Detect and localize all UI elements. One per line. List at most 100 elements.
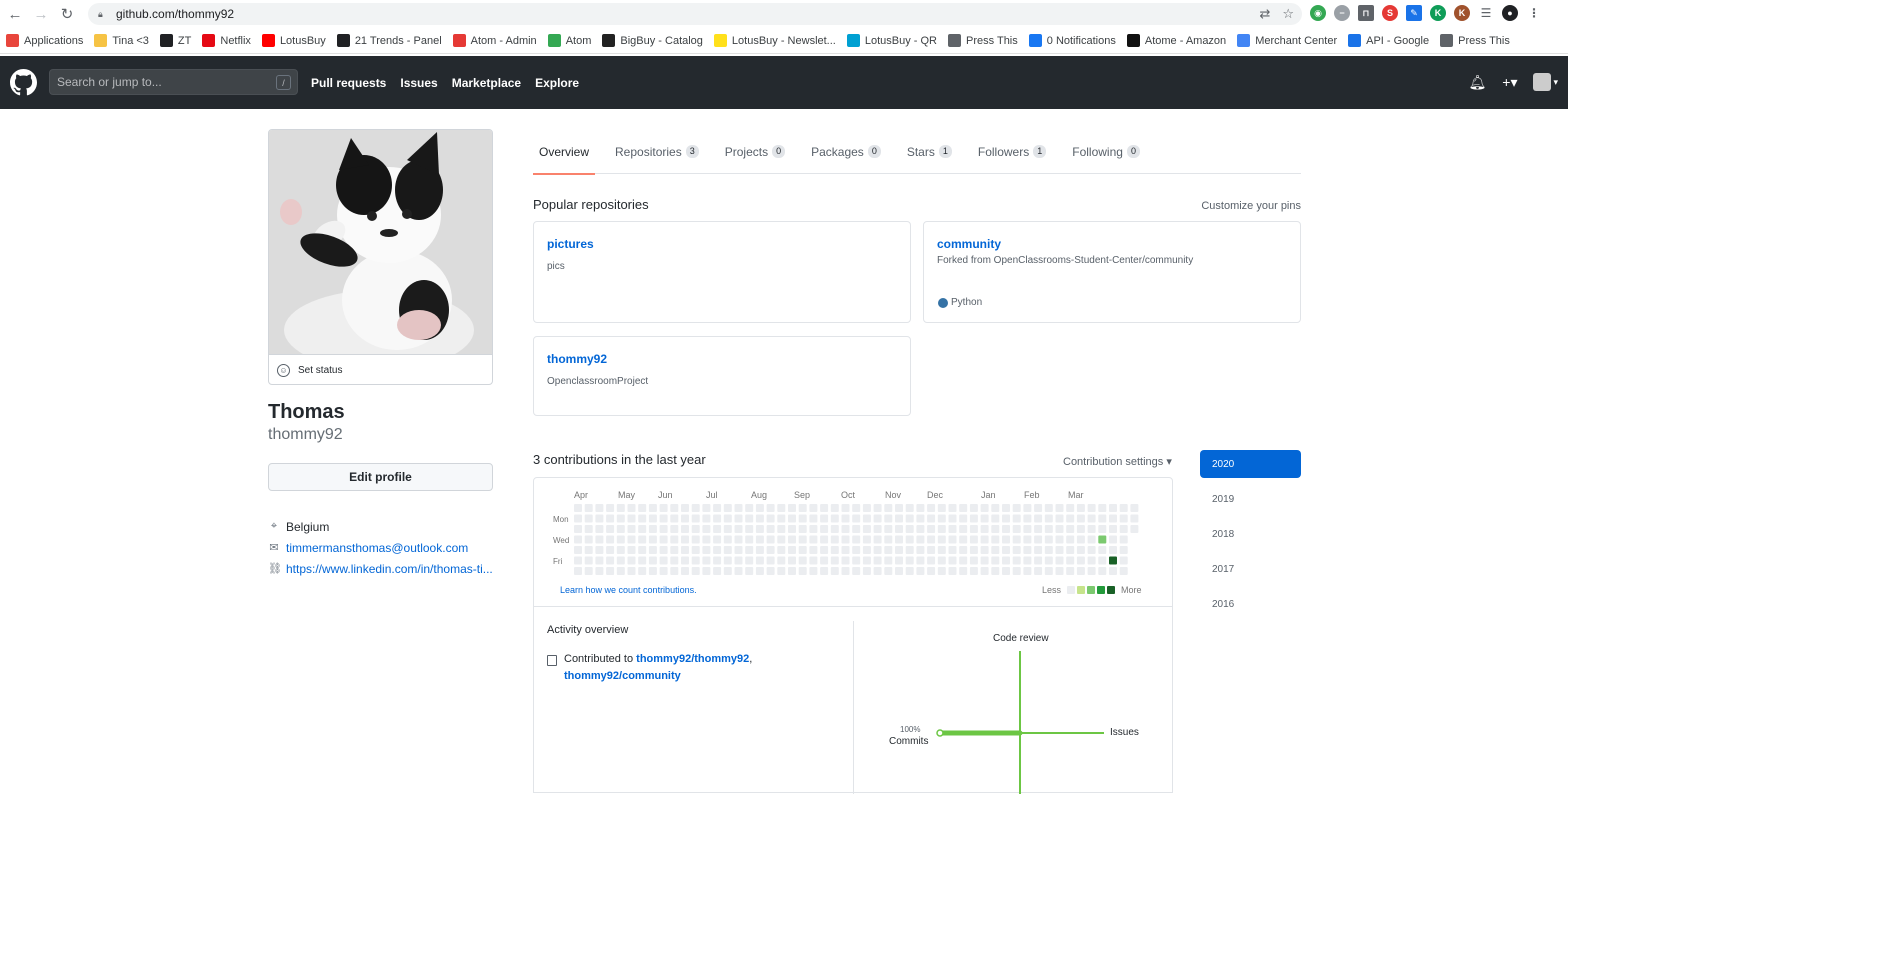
contribution-day-cell[interactable] (788, 556, 796, 565)
contribution-day-cell[interactable] (1076, 514, 1085, 523)
repo-name-link[interactable]: thommy92 (547, 352, 897, 366)
contribution-day-cell[interactable] (1023, 504, 1032, 512)
repo-name-link[interactable]: community (937, 237, 1287, 251)
contribution-day-cell[interactable] (574, 535, 582, 544)
contribution-day-cell[interactable] (1119, 546, 1128, 554)
contribution-day-cell[interactable] (670, 567, 679, 575)
edit-profile-button[interactable]: Edit profile (268, 463, 493, 491)
bookmark-item[interactable]: Atome - Amazon (1126, 34, 1226, 47)
contribution-day-cell[interactable] (873, 546, 882, 554)
contribution-day-cell[interactable] (659, 546, 668, 554)
contribution-day-cell[interactable] (809, 525, 818, 533)
contribution-day-cell[interactable] (1066, 504, 1075, 512)
contribution-day-cell[interactable] (820, 546, 829, 554)
contribution-day-cell[interactable] (841, 535, 850, 544)
contribution-day-cell[interactable] (702, 546, 711, 554)
contribution-day-cell[interactable] (991, 525, 1000, 533)
contribution-day-cell[interactable] (980, 567, 989, 575)
contribution-day-cell[interactable] (809, 535, 818, 544)
contribution-day-cell[interactable] (723, 514, 732, 523)
contribution-day-cell[interactable] (659, 567, 668, 575)
contribution-day-cell[interactable] (755, 525, 764, 533)
contribution-day-cell[interactable] (1130, 504, 1139, 512)
contribution-day-cell[interactable] (1119, 535, 1128, 544)
contribution-day-cell[interactable] (830, 504, 839, 512)
bookmark-item[interactable]: Applications (6, 34, 83, 47)
contribution-day-cell[interactable] (809, 567, 818, 575)
contribution-day-cell[interactable] (723, 504, 732, 512)
contribution-day-cell[interactable] (766, 556, 775, 565)
contribution-day-cell[interactable] (873, 525, 882, 533)
contribution-day-cell[interactable] (606, 535, 615, 544)
contribution-day-cell[interactable] (681, 514, 689, 523)
contribution-day-cell[interactable] (788, 525, 796, 533)
contribution-day-cell[interactable] (755, 556, 764, 565)
contribution-day-cell[interactable] (702, 514, 711, 523)
contribution-day-cell[interactable] (1012, 514, 1021, 523)
contribution-day-cell[interactable] (713, 525, 722, 533)
contribution-day-cell[interactable] (1109, 535, 1117, 544)
contribution-day-cell[interactable] (830, 556, 839, 565)
contribution-day-cell[interactable] (1098, 525, 1107, 533)
contribution-day-cell[interactable] (873, 504, 882, 512)
contribution-day-cell[interactable] (595, 525, 604, 533)
bookmark-item[interactable]: Tina <3 (94, 34, 149, 47)
contribution-day-cell[interactable] (1098, 567, 1107, 575)
contributed-repo-link[interactable]: thommy92/thommy92 (636, 653, 749, 665)
contribution-day-cell[interactable] (691, 556, 700, 565)
learn-contributions-link[interactable]: Learn how we count contributions. (560, 585, 697, 595)
contribution-day-cell[interactable] (959, 567, 968, 575)
bookmark-item[interactable]: Atom - Admin (452, 34, 537, 47)
contribution-day-cell[interactable] (905, 546, 914, 554)
contribution-day-cell[interactable] (616, 514, 625, 523)
contribution-day-cell[interactable] (809, 504, 818, 512)
extension-icon[interactable]: S (1382, 5, 1398, 21)
contribution-day-cell[interactable] (873, 556, 882, 565)
contribution-day-cell[interactable] (648, 535, 657, 544)
contribution-day-cell[interactable] (959, 556, 968, 565)
contribution-day-cell[interactable] (959, 546, 968, 554)
contribution-day-cell[interactable] (969, 535, 978, 544)
contribution-day-cell[interactable] (916, 546, 925, 554)
contribution-day-cell[interactable] (809, 556, 818, 565)
contribution-day-cell[interactable] (1098, 546, 1107, 554)
contribution-day-cell[interactable] (745, 567, 754, 575)
contribution-day-cell[interactable] (627, 514, 636, 523)
contribution-day-cell[interactable] (1055, 514, 1064, 523)
set-status-button[interactable]: ☺ Set status (269, 354, 492, 384)
contribution-day-cell[interactable] (648, 504, 657, 512)
contribution-day-cell[interactable] (1098, 514, 1107, 523)
contribution-day-cell[interactable] (969, 514, 978, 523)
contribution-day-cell[interactable] (884, 535, 893, 544)
contribution-day-cell[interactable] (670, 525, 679, 533)
contribution-day-cell[interactable] (1119, 525, 1128, 533)
contribution-day-cell[interactable] (980, 504, 989, 512)
contribution-day-cell[interactable] (1055, 556, 1064, 565)
contribution-day-cell[interactable] (916, 535, 925, 544)
contribution-day-cell[interactable] (670, 546, 679, 554)
contribution-day-cell[interactable] (991, 567, 1000, 575)
contribution-day-cell[interactable] (905, 514, 914, 523)
contribution-day-cell[interactable] (959, 504, 968, 512)
contribution-day-cell[interactable] (905, 504, 914, 512)
contribution-day-cell[interactable] (1012, 525, 1021, 533)
contribution-day-cell[interactable] (1098, 504, 1107, 512)
contribution-day-cell[interactable] (1012, 567, 1021, 575)
contribution-day-cell[interactable] (606, 525, 615, 533)
contribution-day-cell[interactable] (681, 535, 689, 544)
contribution-day-cell[interactable] (595, 514, 604, 523)
contribution-day-cell[interactable] (991, 546, 1000, 554)
contribution-day-cell[interactable] (766, 535, 775, 544)
star-icon[interactable]: ☆ (1282, 6, 1294, 22)
contribution-day-cell[interactable] (820, 525, 829, 533)
contribution-day-cell[interactable] (841, 546, 850, 554)
contribution-day-cell[interactable] (574, 556, 582, 565)
contribution-day-cell[interactable] (1119, 556, 1128, 565)
contribution-day-cell[interactable] (980, 546, 989, 554)
contribution-day-cell[interactable] (745, 514, 754, 523)
contribution-day-cell[interactable] (905, 567, 914, 575)
contribution-day-cell[interactable] (777, 567, 786, 575)
bookmark-item[interactable]: LotusBuy - QR (846, 34, 937, 47)
menu-kebab-icon[interactable]: ⋮ (1526, 5, 1542, 21)
contribution-day-cell[interactable] (873, 567, 882, 575)
